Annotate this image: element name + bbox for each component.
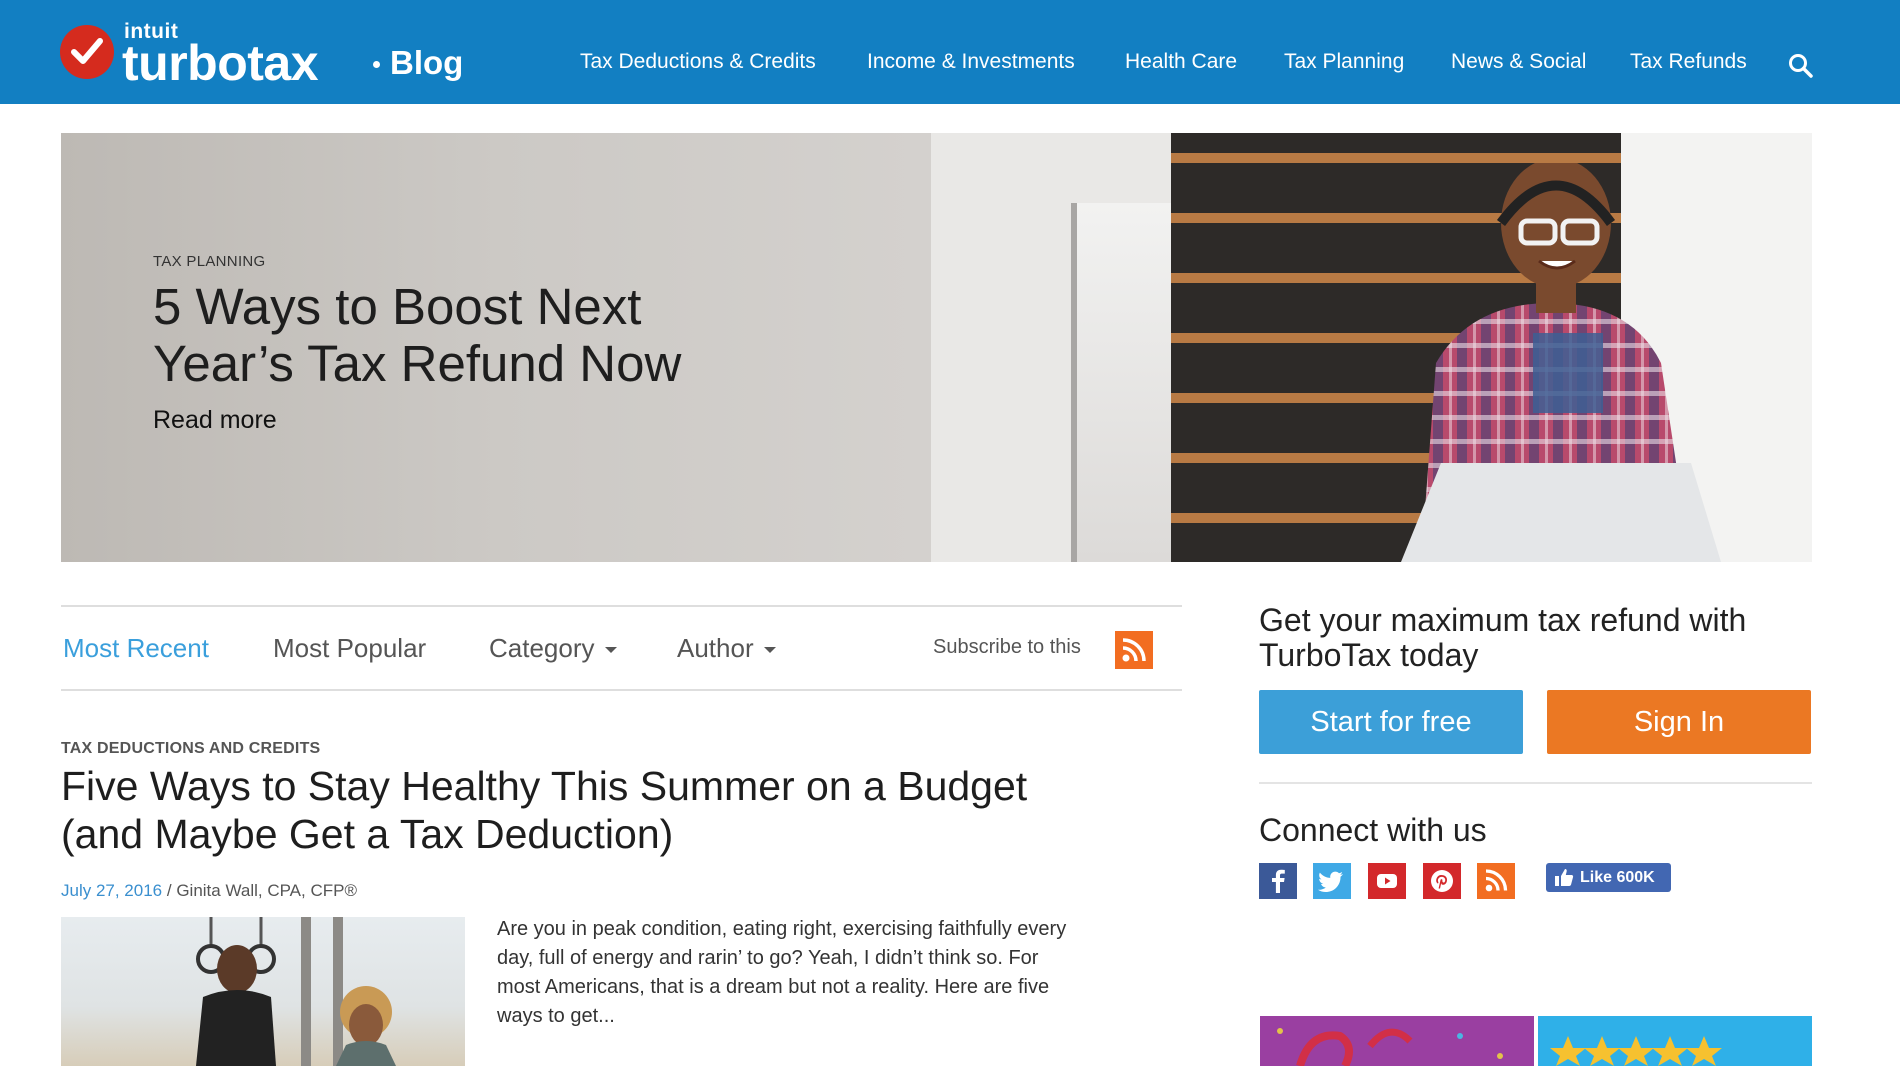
top-navigation-bar: intuit turbotax Blog Tax Deductions & Cr… [0, 0, 1900, 104]
checkmark-logo-icon [60, 25, 114, 79]
tab-label: Category [489, 633, 595, 663]
article-author: Ginita Wall, CPA, CFP® [176, 881, 357, 900]
facebook-like-button[interactable]: Like 600K [1546, 863, 1671, 892]
nav-tax-deductions-credits[interactable]: Tax Deductions & Credits [580, 50, 816, 74]
nav-income-investments[interactable]: Income & Investments [867, 50, 1075, 74]
hero-banner[interactable]: TAX PLANNING 5 Ways to Boost Next Year’s… [61, 133, 1812, 562]
logo-dot [373, 61, 380, 68]
pinterest-icon[interactable] [1423, 863, 1461, 899]
hero-text-block: TAX PLANNING 5 Ways to Boost Next Year’s… [153, 253, 793, 435]
tab-label: Most Popular [273, 633, 427, 663]
sidebar-ad-banner-right[interactable] [1538, 1016, 1812, 1066]
thumbs-up-icon [1555, 869, 1574, 886]
logo-blog-text: Blog [390, 44, 464, 81]
tab-most-recent[interactable]: Most Recent [63, 633, 209, 664]
nav-news-social[interactable]: News & Social [1451, 50, 1586, 74]
logo-turbotax-text: turbotax [122, 35, 319, 91]
sidebar-ad-banner-left[interactable] [1260, 1016, 1534, 1066]
hero-title[interactable]: 5 Ways to Boost Next Year’s Tax Refund N… [153, 278, 793, 392]
sidebar-divider [1259, 782, 1812, 784]
sign-in-button[interactable]: Sign In [1547, 690, 1811, 754]
meta-separator: / [162, 881, 177, 900]
tab-most-popular[interactable]: Most Popular [273, 633, 426, 664]
article-excerpt: Are you in peak condition, eating right,… [497, 918, 1067, 1027]
article-title[interactable]: Five Ways to Stay Healthy This Summer on… [61, 762, 1041, 858]
nav-health-care[interactable]: Health Care [1125, 50, 1237, 74]
hero-read-more-link[interactable]: Read more [153, 406, 793, 435]
article-date-link[interactable]: July 27, 2016 [61, 881, 162, 900]
twitter-icon[interactable] [1313, 863, 1351, 899]
nav-tax-planning[interactable]: Tax Planning [1284, 50, 1404, 74]
youtube-icon[interactable] [1368, 863, 1406, 899]
start-for-free-button[interactable]: Start for free [1259, 690, 1523, 754]
hero-woman-with-laptop-image [1401, 163, 1721, 562]
hero-category-label[interactable]: TAX PLANNING [153, 253, 793, 270]
star-rating-icon [1550, 1036, 1722, 1066]
post-filter-tabs: Most Recent Most Popular Category Author… [61, 605, 1182, 691]
tab-label: Most Recent [63, 633, 209, 663]
rss-feed-icon[interactable] [1477, 863, 1515, 899]
connect-heading: Connect with us [1259, 812, 1487, 848]
nav-tax-refunds[interactable]: Tax Refunds [1630, 50, 1747, 74]
tab-author-dropdown[interactable]: Author [677, 633, 776, 664]
article-meta: July 27, 2016 / Ginita Wall, CPA, CFP® [61, 881, 357, 901]
caret-down-icon [763, 647, 776, 654]
like-count-label: Like 600K [1580, 869, 1655, 886]
article-category-label[interactable]: TAX DEDUCTIONS AND CREDITS [61, 740, 320, 758]
rss-icon[interactable] [1115, 631, 1153, 669]
tab-category-dropdown[interactable]: Category [489, 633, 617, 664]
sidebar-promo-text: Get your maximum tax refund with TurboTa… [1259, 602, 1747, 673]
tab-label: Author [677, 633, 754, 663]
hero-background-doorway [1071, 203, 1181, 562]
caret-down-icon [604, 647, 617, 654]
search-icon[interactable] [1788, 53, 1814, 79]
facebook-icon[interactable] [1259, 863, 1297, 899]
article-thumbnail-image[interactable] [61, 917, 465, 1066]
subscribe-label: Subscribe to this [933, 636, 1081, 658]
